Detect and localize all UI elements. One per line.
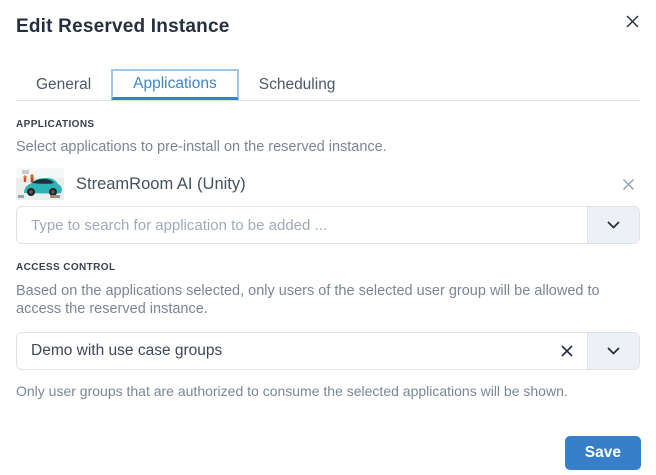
tab-bar: General Applications Scheduling [16, 69, 640, 101]
access-control-section-label: ACCESS CONTROL [16, 262, 116, 273]
clear-icon [559, 343, 575, 359]
applications-section: APPLICATIONS Select applications to pre-… [16, 119, 640, 244]
tab-scheduling[interactable]: Scheduling [239, 69, 356, 100]
tab-general[interactable]: General [16, 69, 111, 100]
chevron-down-icon [607, 347, 620, 355]
access-control-description: Based on the applications selected, only… [16, 283, 600, 317]
user-group-dropdown-button[interactable] [587, 333, 639, 369]
clear-user-group-button[interactable] [547, 333, 587, 369]
tab-applications[interactable]: Applications [111, 69, 239, 100]
close-button[interactable] [621, 10, 644, 33]
close-icon [625, 15, 640, 32]
user-group-helper-text: Only user groups that are authorized to … [16, 383, 568, 399]
edit-reserved-instance-dialog: Edit Reserved Instance General Applicati… [0, 0, 656, 475]
remove-icon [621, 178, 636, 195]
application-name: StreamRoom AI (Unity) [76, 174, 246, 193]
application-search-combobox [16, 206, 640, 244]
applications-section-description: Select applications to pre-install on th… [16, 139, 387, 155]
user-group-selected-value[interactable]: Demo with use case groups [17, 333, 547, 369]
save-button[interactable]: Save [564, 436, 641, 470]
selected-application-row: StreamRoom AI (Unity) [16, 167, 640, 201]
user-group-select: Demo with use case groups [16, 332, 640, 370]
application-thumbnail [16, 168, 64, 200]
application-dropdown-button[interactable] [587, 207, 639, 243]
access-control-section: ACCESS CONTROL Based on the applications… [16, 262, 640, 399]
application-search-input[interactable] [17, 207, 587, 243]
applications-section-label: APPLICATIONS [16, 119, 95, 130]
dialog-title: Edit Reserved Instance [16, 16, 230, 37]
remove-application-button[interactable] [617, 173, 640, 196]
dialog-header: Edit Reserved Instance [16, 0, 640, 38]
chevron-down-icon [607, 221, 620, 229]
